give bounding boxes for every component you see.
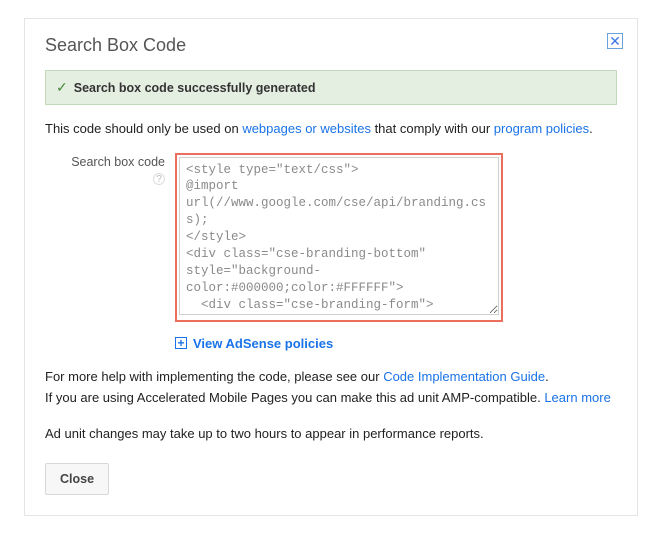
- dialog-title: Search Box Code: [45, 35, 617, 56]
- checkmark-icon: ✓: [56, 79, 68, 96]
- code-field-label: Search box code ?: [45, 153, 165, 169]
- plus-icon: +: [175, 337, 187, 349]
- intro-mid: that comply with our: [371, 121, 494, 136]
- learn-more-link[interactable]: Learn more: [544, 390, 610, 405]
- field-label-text: Search box code: [71, 155, 165, 169]
- view-adsense-policies-label: View AdSense policies: [193, 336, 333, 351]
- help-paragraph: For more help with implementing the code…: [45, 367, 617, 387]
- code-highlight-frame: [175, 153, 503, 322]
- success-message: Search box code successfully generated: [74, 81, 316, 95]
- intro-prefix: This code should only be used on: [45, 121, 242, 136]
- code-field-row: Search box code ?: [45, 153, 617, 322]
- amp-prefix: If you are using Accelerated Mobile Page…: [45, 390, 544, 405]
- help-suffix: .: [545, 369, 549, 384]
- intro-suffix: .: [589, 121, 593, 136]
- help-icon[interactable]: ?: [153, 173, 165, 185]
- view-adsense-policies[interactable]: + View AdSense policies: [175, 336, 617, 351]
- note-text: Ad unit changes may take up to two hours…: [45, 426, 617, 441]
- code-implementation-guide-link[interactable]: Code Implementation Guide: [383, 369, 545, 384]
- close-button[interactable]: Close: [45, 463, 109, 495]
- close-icon[interactable]: ✕: [607, 33, 623, 49]
- webpages-link[interactable]: webpages or websites: [242, 121, 371, 136]
- search-box-code-dialog: ✕ Search Box Code ✓ Search box code succ…: [24, 18, 638, 516]
- amp-paragraph: If you are using Accelerated Mobile Page…: [45, 388, 617, 408]
- help-prefix: For more help with implementing the code…: [45, 369, 383, 384]
- success-banner: ✓ Search box code successfully generated: [45, 70, 617, 105]
- search-box-code-textarea[interactable]: [179, 157, 499, 315]
- intro-text: This code should only be used on webpage…: [45, 119, 617, 139]
- program-policies-link[interactable]: program policies: [494, 121, 589, 136]
